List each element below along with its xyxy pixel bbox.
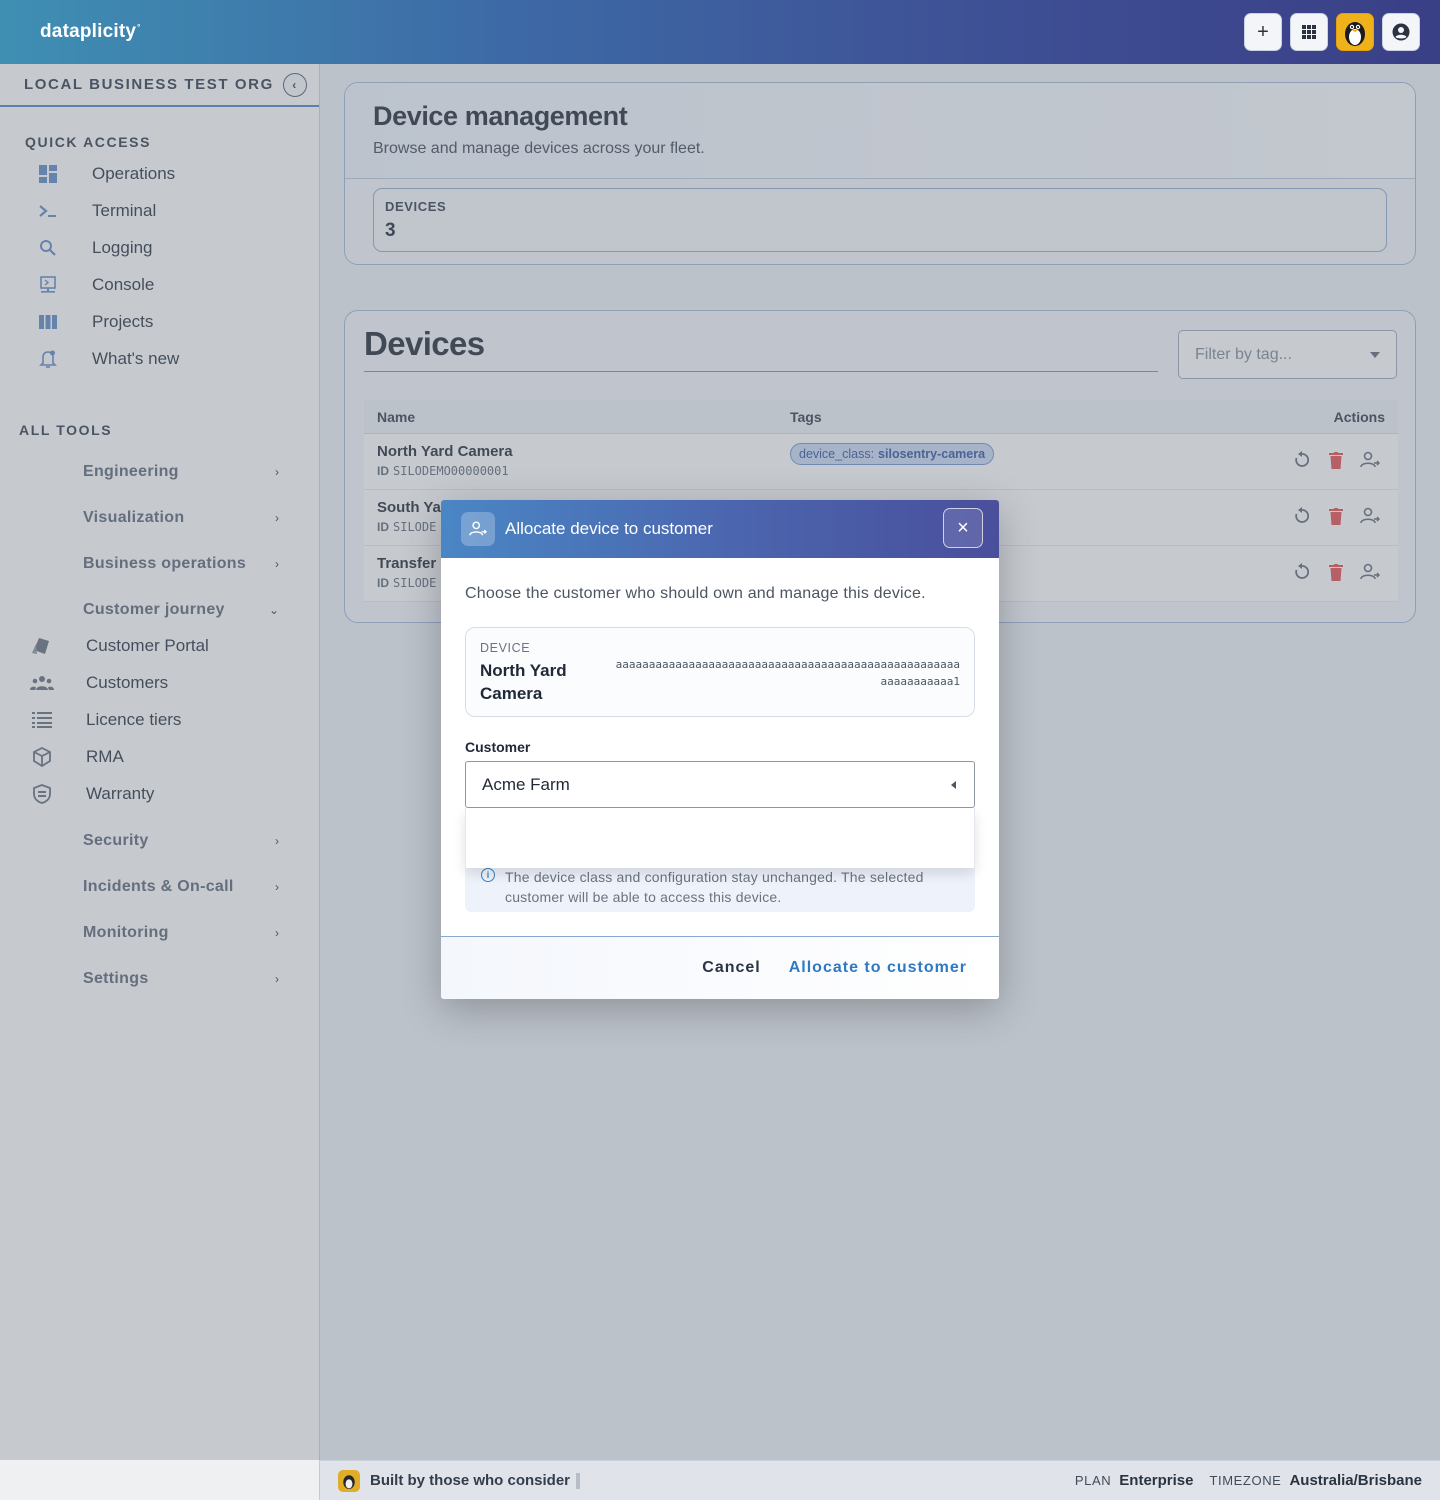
grid-icon (1302, 25, 1316, 39)
close-icon: × (957, 516, 969, 539)
account-button[interactable] (1382, 13, 1420, 51)
device-label: DEVICE (480, 641, 531, 655)
device-name: North Yard Camera (480, 661, 567, 703)
allocate-to-customer-button[interactable]: Allocate to customer (789, 959, 967, 977)
allocate-device-dialog: Allocate device to customer × Choose the… (441, 500, 999, 999)
user-assign-icon (461, 512, 495, 546)
dialog-header: Allocate device to customer × (441, 500, 999, 558)
customer-select-value: Acme Farm (482, 774, 570, 794)
info-icon: i (481, 868, 495, 882)
top-actions: + (1244, 13, 1420, 51)
selected-device-card: DEVICE North Yard Camera aaaaaaaaaaaaaaa… (465, 627, 975, 717)
customer-select[interactable]: Acme Farm (465, 761, 975, 808)
info-text: The device class and configuration stay … (505, 869, 924, 905)
dialog-title: Allocate device to customer (505, 519, 713, 538)
user-circle-icon (1392, 23, 1410, 41)
dialog-description: Choose the customer who should own and m… (465, 585, 926, 602)
cancel-button[interactable]: Cancel (702, 959, 760, 977)
dialog-footer: Cancel Allocate to customer (441, 936, 999, 999)
apps-grid-button[interactable] (1290, 13, 1328, 51)
avatar-button[interactable] (1336, 13, 1374, 51)
add-button[interactable]: + (1244, 13, 1282, 51)
customer-label: Customer (465, 739, 531, 755)
device-id: aaaaaaaaaaaaaaaaaaaaaaaaaaaaaaaaaaaaaaaa… (615, 658, 960, 688)
footer-backdrop (0, 1460, 1440, 1500)
top-bar: dataplicity° + (0, 0, 1440, 64)
penguin-icon (1345, 22, 1365, 46)
close-button[interactable]: × (943, 508, 983, 548)
brand-logo[interactable]: dataplicity° (40, 21, 141, 43)
dialog-body: Choose the customer who should own and m… (441, 558, 999, 936)
caret-left-icon (951, 780, 956, 789)
customer-dropdown-list[interactable] (465, 808, 975, 868)
